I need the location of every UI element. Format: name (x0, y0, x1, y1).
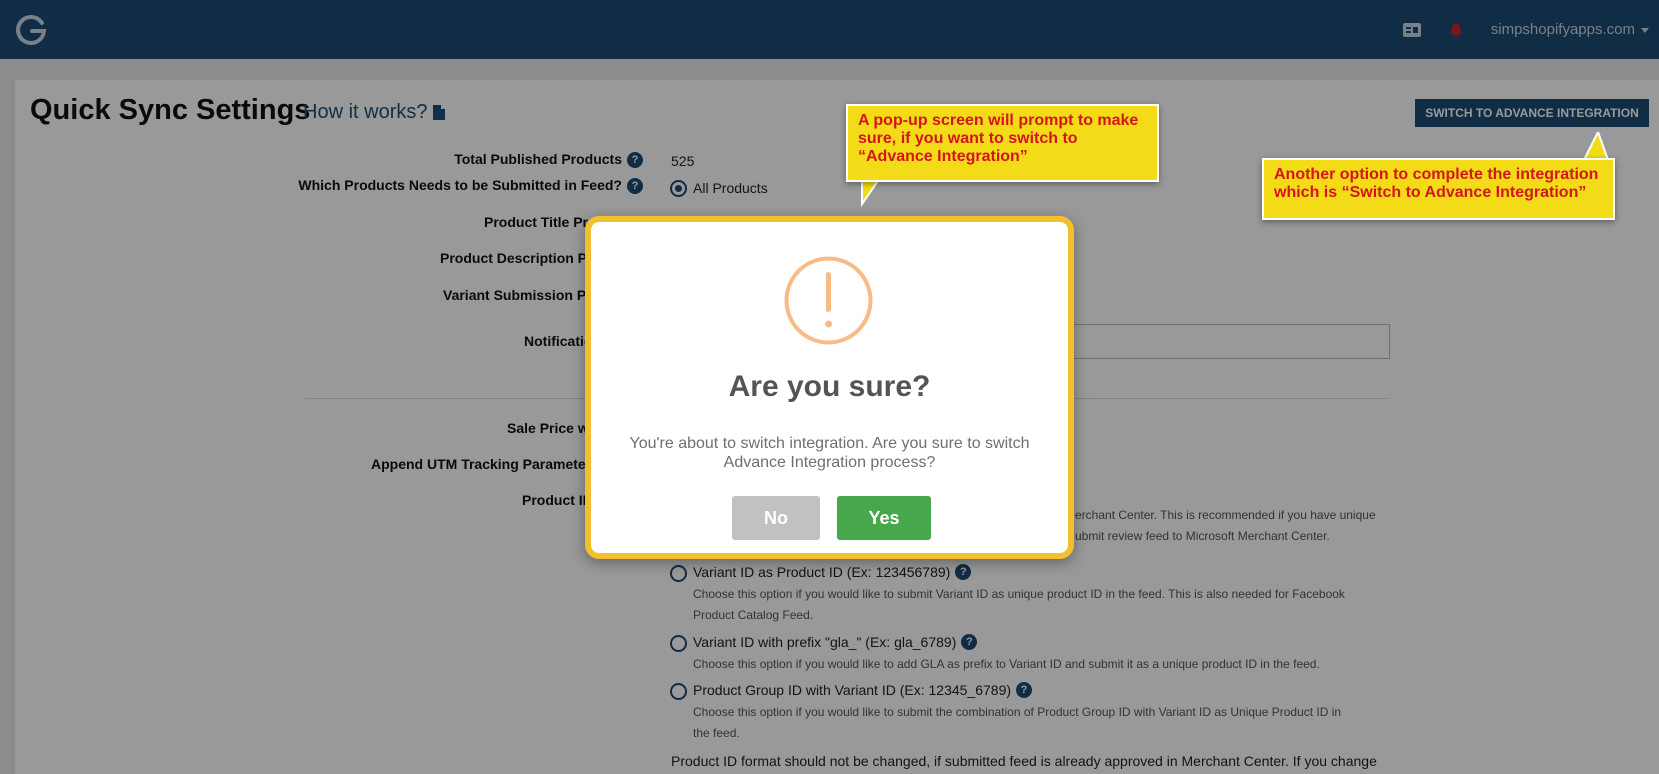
callout-1-tail (861, 178, 882, 208)
annotation-callout-popup: A pop-up screen will prompt to make sure… (846, 104, 1159, 182)
annotation-callout-switch: Another option to complete the integrati… (1262, 158, 1615, 220)
modal-message: You're about to switch integration. Are … (629, 435, 1030, 471)
no-button[interactable]: No (732, 496, 820, 540)
yes-button[interactable]: Yes (837, 496, 931, 540)
confirm-modal: Are you sure? You're about to switch int… (585, 216, 1074, 559)
modal-title: Are you sure? (728, 370, 931, 403)
exclamation-icon (784, 256, 873, 345)
